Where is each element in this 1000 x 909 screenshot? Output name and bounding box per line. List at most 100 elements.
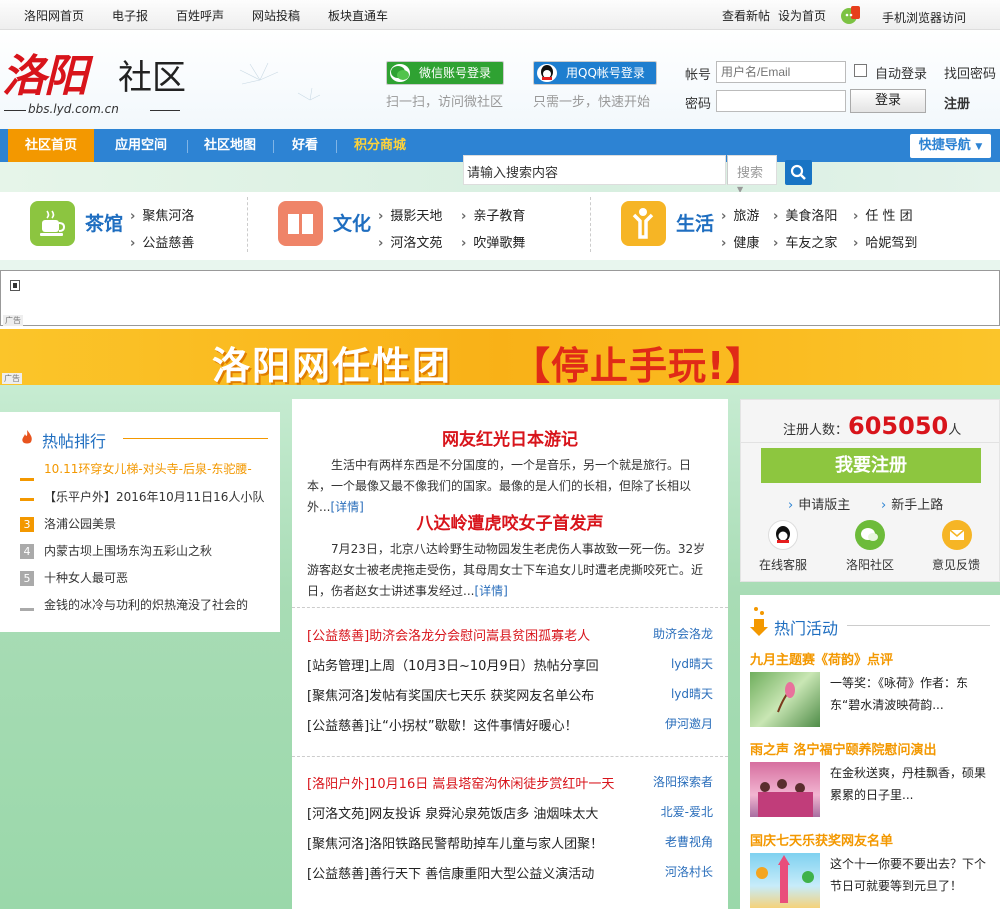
category-link[interactable]: 美食洛阳	[773, 205, 837, 224]
quick-nav-button[interactable]: 快捷导航 ▼	[910, 134, 991, 158]
hot-post-item[interactable]: 10.11环穿女儿梯-对头寺-后泉-东驼腰-	[44, 460, 294, 480]
activity-thumbnail[interactable]	[750, 672, 820, 727]
hot-post-item[interactable]: 3 洛浦公园美景	[20, 515, 270, 535]
hot-posts-panel: 热帖排行 10.11环穿女儿梯-对头寺-后泉-东驼腰- 【乐平户外】2016年1…	[0, 412, 280, 632]
search-type-select[interactable]: 搜索 ▼	[727, 155, 777, 194]
service-label[interactable]: 意见反馈	[932, 556, 980, 573]
nav-community-map[interactable]: 社区地图	[192, 129, 268, 162]
hot-post-item[interactable]: 金钱的冰冷与功利的炽热淹没了社会的	[20, 596, 270, 616]
activity-title[interactable]: 国庆七天乐获奖网友名单	[750, 830, 893, 849]
service-label[interactable]: 在线客服	[759, 556, 807, 573]
thread-author[interactable]: 伊河邀月	[665, 715, 713, 732]
thread-author[interactable]: 北爱-爱北	[661, 803, 713, 820]
feedback-mail-icon[interactable]	[942, 520, 972, 550]
teahouse-icon[interactable]	[30, 201, 75, 246]
thread-title: [聚焦河洛]发帖有奖国庆七天乐 获奖网友名单公布	[307, 689, 595, 704]
featured-panel: 网友红光日本游记 生活中有两样东西是不分国度的，一个是音乐，另一个就是旅行。日本…	[292, 399, 728, 909]
register-link[interactable]: 注册	[944, 93, 970, 112]
nav-community-home[interactable]: 社区首页	[8, 129, 94, 162]
account-input[interactable]	[716, 61, 846, 83]
thread-row[interactable]: [公益慈善]让“小拐杖”歇歇！这件事情好暖心！ 伊河邀月	[307, 715, 713, 735]
category-link[interactable]: 车友之家	[773, 232, 837, 251]
activity-title[interactable]: 九月主题赛《荷韵》点评	[750, 649, 893, 668]
register-button[interactable]: 我要注册	[761, 448, 981, 483]
top-link-voice[interactable]: 百姓呼声	[176, 7, 224, 24]
thread-title: [河洛文苑]网友投诉 泉舜沁泉苑饭店多 油烟味太大	[307, 807, 599, 822]
thread-author[interactable]: 助济会洛龙	[653, 625, 713, 642]
activity-title[interactable]: 雨之声 洛宁福宁颐养院慰问演出	[750, 739, 937, 758]
activity-thumbnail[interactable]	[750, 853, 820, 908]
category-link[interactable]: 聚焦河洛	[130, 205, 194, 224]
thread-row[interactable]: [聚焦河洛]发帖有奖国庆七天乐 获奖网友名单公布 lyd晴天	[307, 685, 713, 705]
nav-good-looks[interactable]: 好看	[278, 129, 332, 162]
featured-title[interactable]: 八达岭遭虎咬女子首发声	[292, 509, 728, 534]
wechat-community-icon[interactable]	[855, 520, 885, 550]
mobile-browser-link[interactable]: 手机浏览器访问	[882, 9, 966, 26]
hot-post-item[interactable]: 5 十种女人最可恶	[20, 569, 270, 589]
search-button[interactable]	[785, 160, 812, 185]
top-link-board-direct[interactable]: 板块直通车	[328, 7, 388, 24]
thread-author[interactable]: lyd晴天	[671, 655, 713, 672]
hot-post-item[interactable]: 4 内蒙古坝上围场东沟五彩山之秋	[20, 542, 270, 562]
top-link-epaper[interactable]: 电子报	[112, 7, 148, 24]
search-icon	[790, 164, 806, 180]
life-icon[interactable]	[621, 201, 666, 246]
qq-login-button[interactable]: 用QQ帐号登录	[533, 61, 657, 85]
nav-app-space[interactable]: 应用空间	[100, 129, 182, 162]
ad-slot-empty[interactable]: 广告	[0, 270, 1000, 326]
ad-banner[interactable]: 洛阳网任性团 【停止手玩!】 广告	[0, 329, 1000, 388]
auto-login-checkbox[interactable]	[854, 64, 867, 77]
category-title-culture[interactable]: 文化	[333, 209, 371, 236]
hot-post-text: 金钱的冰冷与功利的炽热淹没了社会的	[44, 598, 249, 612]
search-input[interactable]: 请输入搜索内容	[463, 155, 726, 185]
wechat-login-button[interactable]: 微信账号登录	[386, 61, 504, 85]
rank-badge: 5	[20, 571, 34, 586]
category-link[interactable]: 旅游	[721, 205, 759, 224]
thread-row[interactable]: [洛阳户外]10月16日 嵩县塔窑沟休闲徒步赏红叶一天 洛阳探索者	[307, 773, 713, 793]
thread-author[interactable]: 河洛村长	[665, 863, 713, 880]
category-link[interactable]: 亲子教育	[461, 205, 525, 224]
apply-moderator-link[interactable]: › 申请版主	[788, 494, 850, 513]
newbie-link[interactable]: › 新手上路	[881, 494, 943, 513]
logo-line-right	[150, 110, 180, 111]
category-title-life[interactable]: 生活	[676, 209, 714, 236]
top-link-luoyang-home[interactable]: 洛阳网首页	[24, 7, 84, 24]
featured-summary-text: 生活中有两样东西是不分国度的，一个是音乐，另一个就是旅行。日本，一个最像又最不像…	[307, 458, 692, 514]
down-arrow-icon	[750, 605, 768, 641]
hot-post-item[interactable]: 【乐平户外】2016年10月11日16人小队	[20, 488, 270, 508]
category-title-teahouse[interactable]: 茶馆	[85, 209, 123, 236]
top-link-new-posts[interactable]: 查看新帖	[722, 7, 770, 24]
qq-login-label: 用QQ帐号登录	[566, 66, 645, 80]
thread-row[interactable]: [河洛文苑]网友投诉 泉舜沁泉苑饭店多 油烟味太大 北爱-爱北	[307, 803, 713, 823]
thread-author[interactable]: lyd晴天	[671, 685, 713, 702]
thread-row[interactable]: [公益慈善]善行天下 善信康重阳大型公益义演活动 河洛村长	[307, 863, 713, 883]
category-link[interactable]: 健康	[721, 232, 759, 251]
thread-author[interactable]: 洛阳探索者	[653, 773, 713, 790]
activities-title: 热门活动	[774, 619, 839, 638]
featured-more-link[interactable]: [详情]	[474, 584, 507, 598]
logo-text-main[interactable]: 洛阳	[2, 52, 88, 102]
thread-row[interactable]: [聚焦河洛]洛阳铁路民警帮助掉车儿童与家人团聚！ 老曹视角	[307, 833, 713, 853]
featured-title[interactable]: 网友红光日本游记	[292, 425, 728, 450]
thread-author[interactable]: 老曹视角	[665, 833, 713, 850]
login-button[interactable]: 登录	[850, 89, 926, 113]
category-link[interactable]: 哈妮驾到	[853, 232, 917, 251]
category-link[interactable]: 吹弹歌舞	[461, 232, 525, 251]
category-link[interactable]: 摄影天地	[378, 205, 442, 224]
qq-service-icon[interactable]	[768, 520, 798, 550]
category-link[interactable]: 河洛文苑	[378, 232, 442, 251]
logo-text-sub[interactable]: 社区	[118, 58, 186, 98]
thread-row[interactable]: [公益慈善]助济会洛龙分会慰问嵩县贫困孤寡老人 助济会洛龙	[307, 625, 713, 645]
service-label[interactable]: 洛阳社区	[846, 556, 894, 573]
culture-icon[interactable]	[278, 201, 323, 246]
category-link[interactable]: 任 性 团	[853, 205, 912, 224]
activity-thumbnail[interactable]	[750, 762, 820, 817]
password-input[interactable]	[716, 90, 846, 112]
category-link[interactable]: 公益慈善	[130, 232, 194, 251]
top-link-set-home[interactable]: 设为首页	[778, 7, 826, 24]
register-count-unit: 人	[948, 423, 962, 438]
thread-row[interactable]: [站务管理]上周（10月3日~10月9日）热帖分享回 lyd晴天	[307, 655, 713, 675]
forgot-password-link[interactable]: 找回密码	[944, 63, 996, 82]
top-link-submit[interactable]: 网站投稿	[252, 7, 300, 24]
nav-points-mall[interactable]: 积分商城	[342, 129, 418, 162]
